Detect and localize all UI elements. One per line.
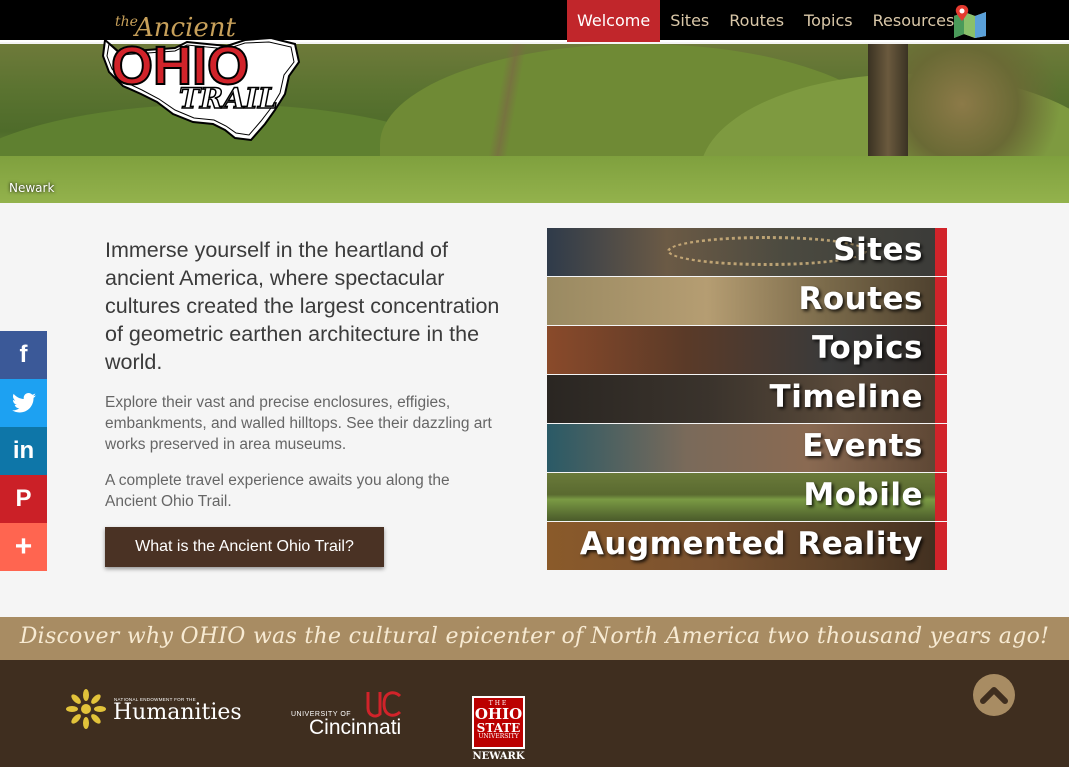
pinterest-icon[interactable]: P bbox=[0, 475, 47, 523]
nav-routes[interactable]: Routes bbox=[719, 0, 794, 42]
tile-label: Mobile bbox=[803, 477, 923, 513]
tile-accent-bar bbox=[935, 522, 947, 570]
nav-welcome[interactable]: Welcome bbox=[567, 0, 661, 42]
tile-timeline[interactable]: Timeline bbox=[547, 375, 947, 423]
tile-accent-bar bbox=[935, 277, 947, 325]
tile-accent-bar bbox=[935, 473, 947, 521]
logo-trail: TRAIL bbox=[179, 82, 278, 115]
nav-sites[interactable]: Sites bbox=[660, 0, 719, 42]
tile-routes[interactable]: Routes bbox=[547, 277, 947, 325]
osu-logo[interactable]: THE OHIO STATE UNIVERSITY bbox=[472, 696, 525, 749]
neh-sunburst-icon bbox=[66, 689, 106, 729]
hero-caption: Newark bbox=[9, 181, 55, 195]
linkedin-icon[interactable]: in bbox=[0, 427, 47, 475]
tile-topics[interactable]: Topics bbox=[547, 326, 947, 374]
intro-lead: Immerse yourself in the heartland of anc… bbox=[105, 238, 500, 374]
osu-university: UNIVERSITY bbox=[478, 733, 519, 740]
intro-paragraph: Explore their vast and precise enclosure… bbox=[105, 394, 492, 453]
what-is-trail-button[interactable]: What is the Ancient Ohio Trail? bbox=[105, 527, 384, 567]
footer: NATIONAL ENDOWMENT FOR THE Humanities UN… bbox=[0, 660, 1069, 767]
tagline-band: Discover why OHIO was the cultural epice… bbox=[0, 617, 1069, 660]
tagline-text: Discover why OHIO was the cultural epice… bbox=[19, 624, 1050, 649]
tile-accent-bar bbox=[935, 228, 947, 276]
section-tiles: Sites Routes Topics Timeline Events Mobi… bbox=[547, 228, 947, 571]
tile-label: Timeline bbox=[769, 379, 923, 415]
tile-accent-bar bbox=[935, 375, 947, 423]
neh-logo-text[interactable]: Humanities bbox=[113, 700, 242, 725]
tile-accent-bar bbox=[935, 326, 947, 374]
tile-events[interactable]: Events bbox=[547, 424, 947, 472]
tile-mobile[interactable]: Mobile bbox=[547, 473, 947, 521]
osu-ohio: OHIO bbox=[474, 705, 523, 723]
tile-sites[interactable]: Sites bbox=[547, 228, 947, 276]
tile-label: Routes bbox=[798, 281, 923, 317]
chevron-up-icon bbox=[980, 687, 1008, 704]
tile-label: Topics bbox=[812, 330, 923, 366]
osu-newark: NEWARK bbox=[472, 751, 525, 762]
nav-topics[interactable]: Topics bbox=[794, 0, 863, 42]
nav-resources[interactable]: Resources bbox=[863, 0, 965, 42]
social-share-bar: f in P + bbox=[0, 331, 47, 571]
tile-accent-bar bbox=[935, 424, 947, 472]
uc-logo-text[interactable]: Cincinnati bbox=[309, 716, 401, 740]
hero-lawn bbox=[0, 156, 1069, 203]
ancient-ohio-trail-logo[interactable]: the Ancient OHIO TRAIL bbox=[75, 2, 310, 147]
back-to-top-button[interactable] bbox=[973, 674, 1015, 716]
facebook-icon[interactable]: f bbox=[0, 331, 47, 379]
more-icon[interactable]: + bbox=[0, 523, 47, 571]
tile-label: Sites bbox=[833, 232, 923, 268]
tile-label: Events bbox=[802, 428, 923, 464]
main-nav: Welcome Sites Routes Topics Resources bbox=[567, 0, 964, 42]
map-pin-icon[interactable] bbox=[953, 4, 987, 38]
tile-label: Augmented Reality bbox=[579, 526, 923, 562]
tile-augmented-reality[interactable]: Augmented Reality bbox=[547, 522, 947, 570]
twitter-icon[interactable] bbox=[0, 379, 47, 427]
intro-paragraph: A complete travel experience awaits you … bbox=[105, 472, 450, 510]
